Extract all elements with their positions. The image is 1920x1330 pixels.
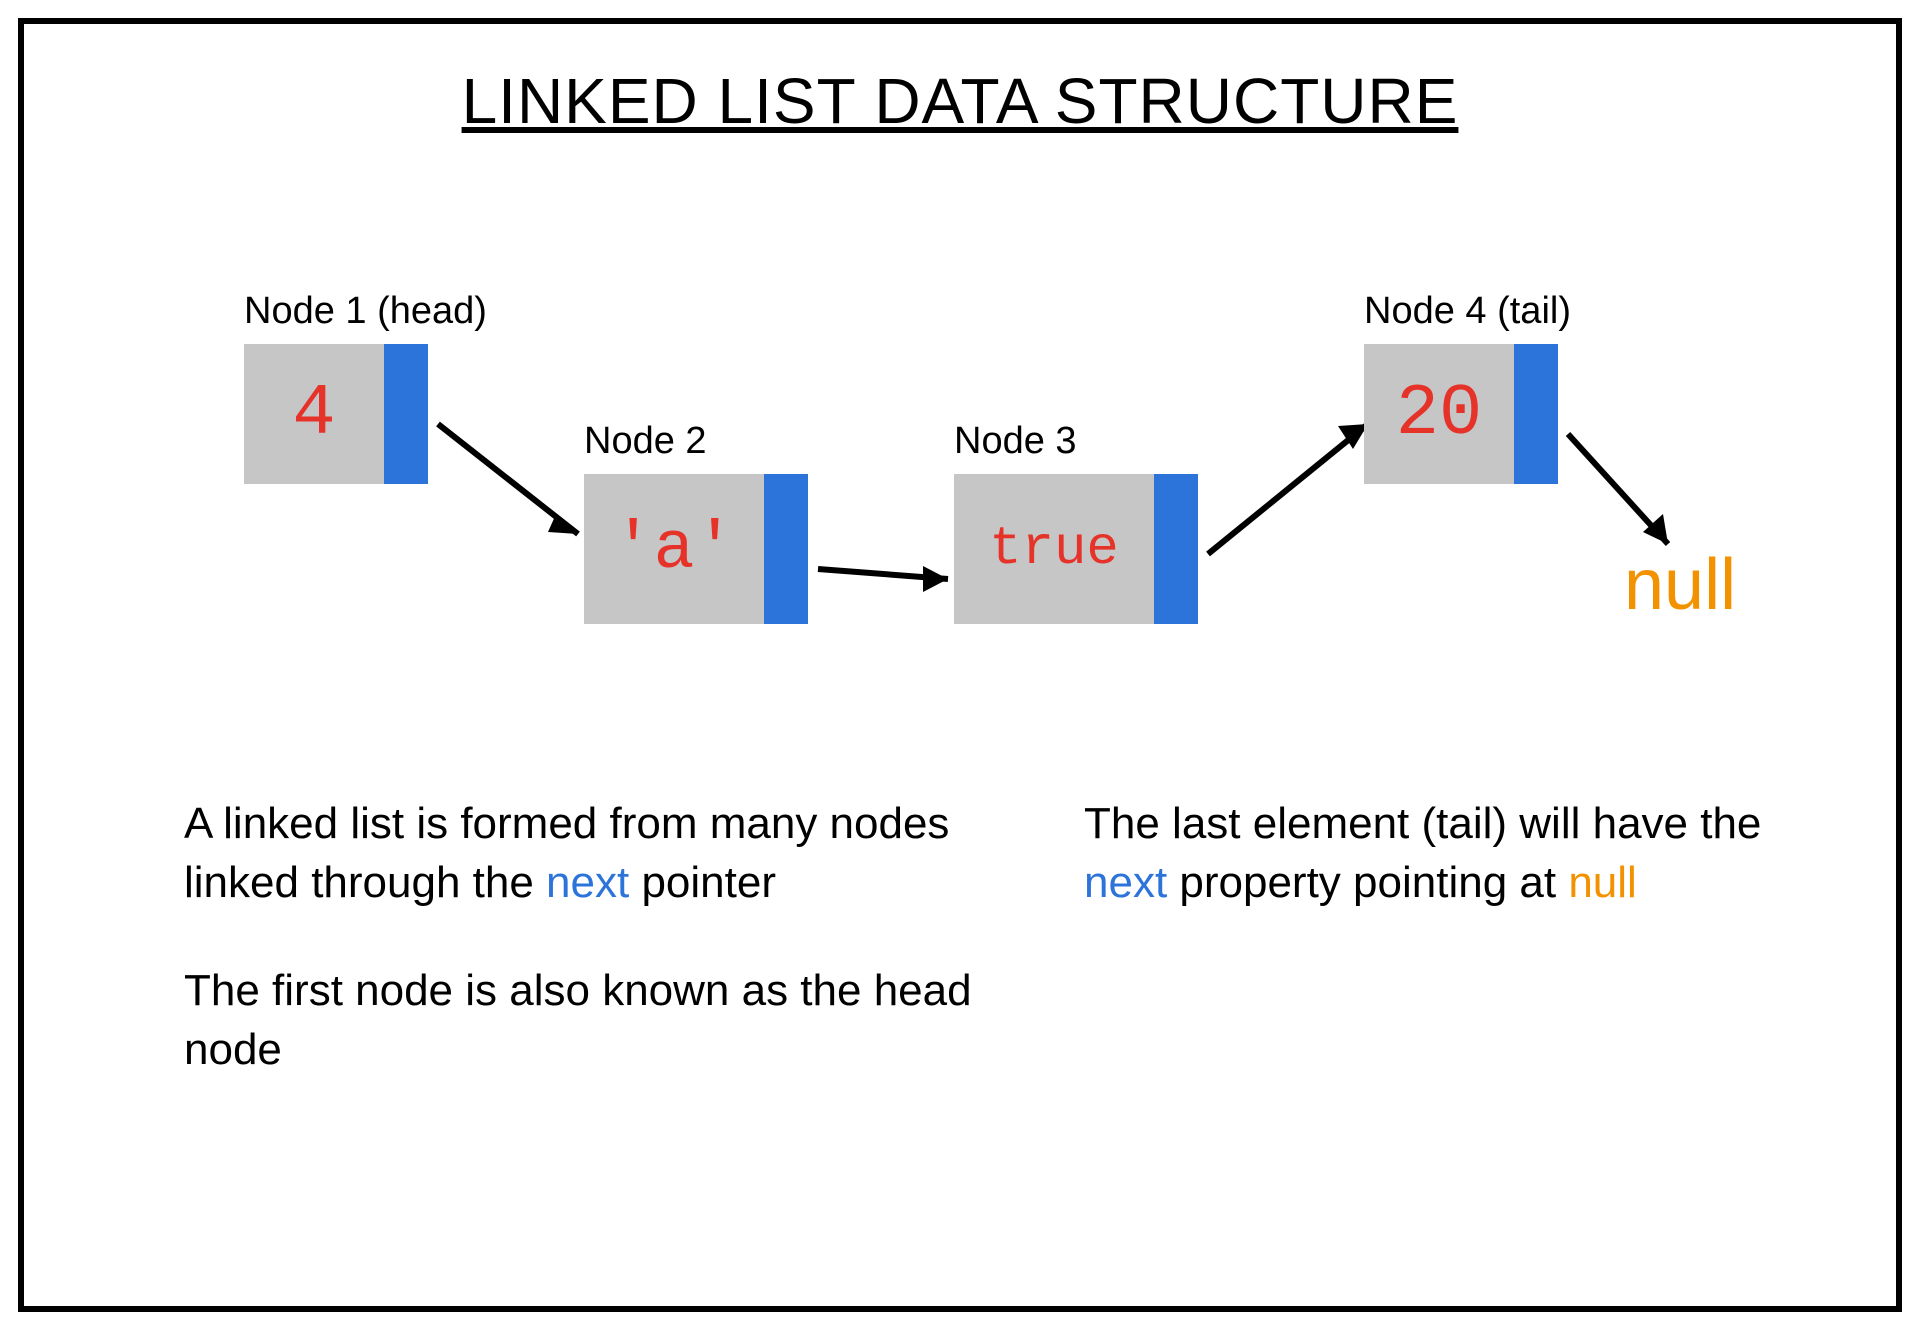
node-2-label: Node 2 [584,420,707,463]
node-3-pointer [1154,474,1198,624]
node-2-value: 'a' [584,474,764,624]
node-2: Node 2 'a' [584,474,808,624]
node-4: Node 4 (tail) 20 [1364,344,1558,484]
node-4-pointer [1514,344,1558,484]
node-1-label: Node 1 (head) [244,290,487,333]
linked-list-diagram: Node 1 (head) 4 Node 2 'a' Node 3 true [204,284,1724,704]
next-keyword: next [546,858,629,907]
desc-text: property pointing at [1167,858,1568,907]
node-4-label: Node 4 (tail) [1364,290,1571,333]
page-title: LINKED LIST DATA STRUCTURE [24,64,1896,138]
arrow-icon [428,404,608,564]
node-3-value: true [954,474,1154,624]
desc-right-p1: The last element (tail) will have the ne… [1084,794,1784,913]
diagram-frame: LINKED LIST DATA STRUCTURE Node 1 (head)… [18,18,1902,1312]
node-3: Node 3 true [954,474,1198,624]
node-4-value: 20 [1364,344,1514,484]
node-1-pointer [384,344,428,484]
node-1: Node 1 (head) 4 [244,344,428,484]
next-keyword: next [1084,858,1167,907]
node-1-value: 4 [244,344,384,484]
description-left: A linked list is formed from many nodes … [184,794,1014,1080]
desc-text: The last element (tail) will have the [1084,799,1761,848]
null-keyword: null [1568,858,1637,907]
arrow-icon [808,544,978,604]
desc-left-p1: A linked list is formed from many nodes … [184,794,1014,913]
desc-text: pointer [629,858,776,907]
null-label: null [1624,544,1736,626]
node-3-label: Node 3 [954,420,1077,463]
desc-left-p2: The first node is also known as the head… [184,961,1014,1080]
node-2-pointer [764,474,808,624]
description-right: The last element (tail) will have the ne… [1084,794,1784,913]
